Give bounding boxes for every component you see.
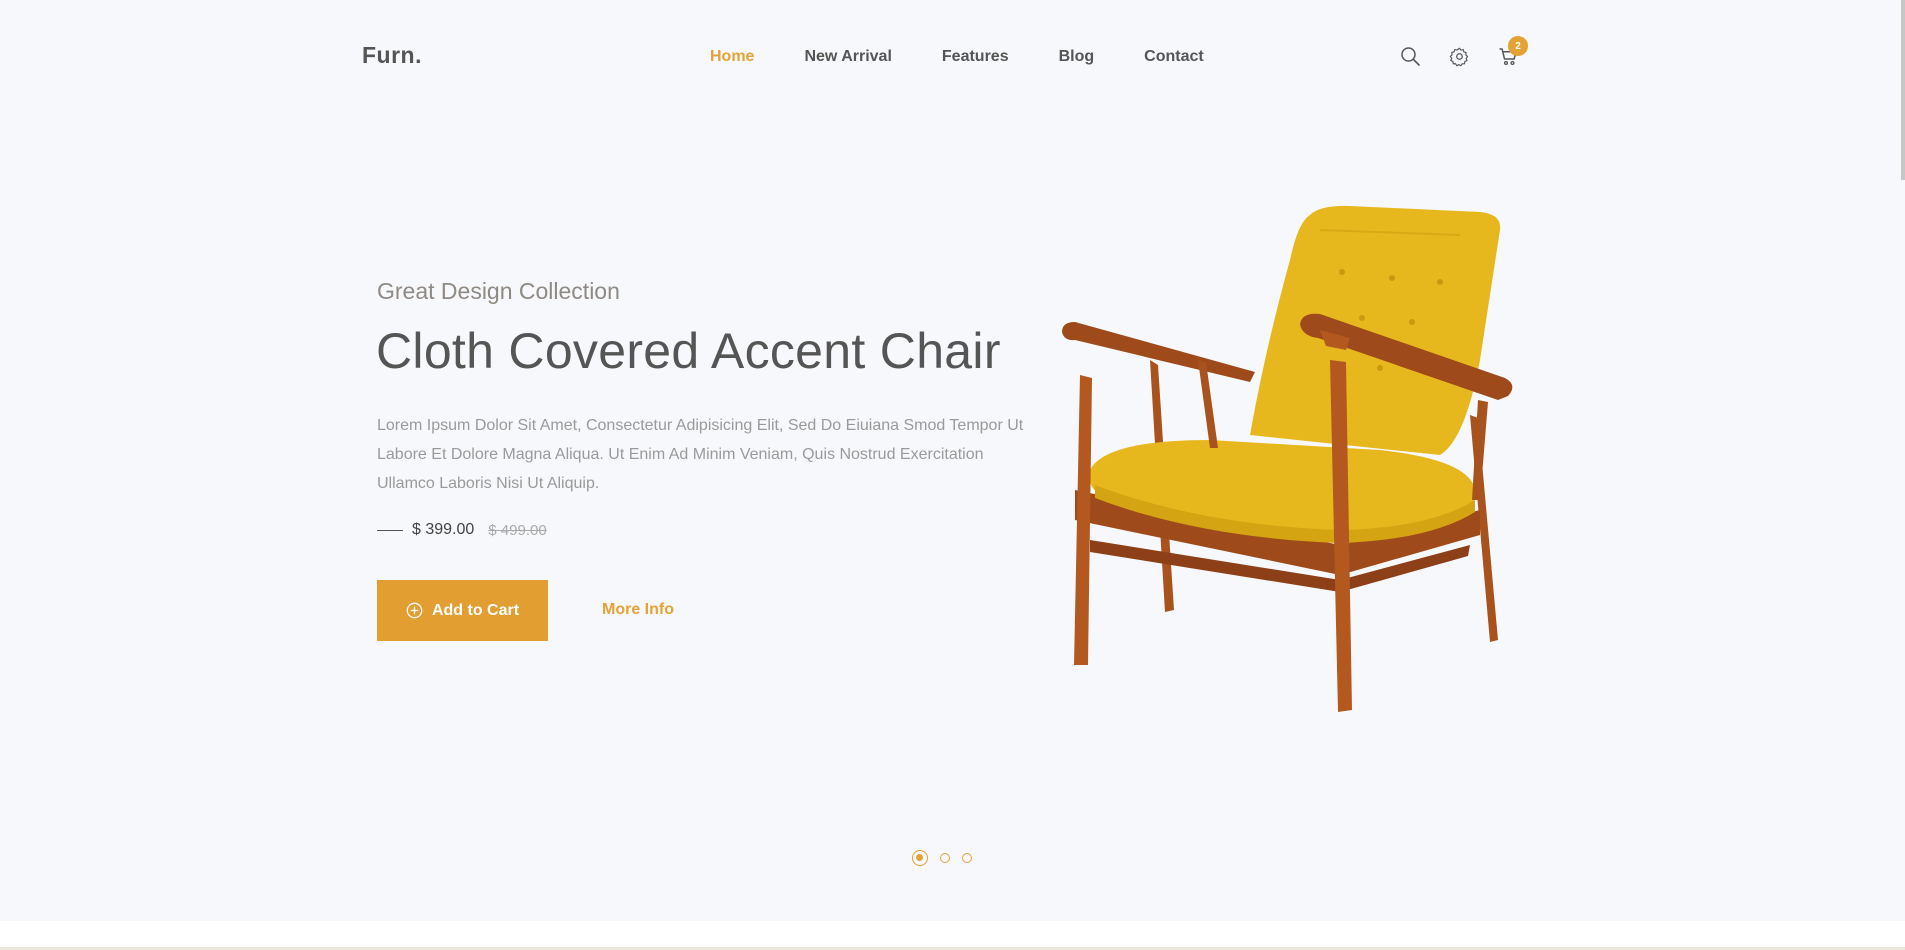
hero-subtitle: Great Design Collection [377, 278, 620, 304]
hero-description: Lorem Ipsum Dolor Sit Amet, Consectetur … [377, 417, 1024, 492]
main-nav: Home New Arrival Features Blog Contact [710, 48, 1254, 66]
price-dash-divider [377, 529, 403, 531]
next-section-edge [0, 921, 1905, 950]
navbar: Furn. Home New Arrival Features Blog Con… [0, 0, 1905, 115]
add-to-cart-label: Add to Cart [431, 601, 520, 619]
cart-count-badge: 2 [1508, 36, 1528, 56]
slider-dot-3[interactable] [962, 853, 972, 863]
nav-item-new-arrival[interactable]: New Arrival [804, 48, 891, 66]
old-price: $ 499.00 [488, 521, 547, 539]
plus-circle-icon [406, 602, 423, 619]
nav-item-contact[interactable]: Contact [1144, 48, 1204, 66]
current-price: $ 399.00 [412, 521, 475, 538]
nav-item-features[interactable]: Features [942, 48, 1009, 66]
slider-dot-1[interactable] [912, 850, 928, 866]
gear-icon[interactable] [1449, 46, 1470, 67]
hero-title: Cloth Covered Accent Chair [376, 323, 1001, 379]
search-icon[interactable] [1400, 46, 1421, 67]
nav-item-blog[interactable]: Blog [1059, 48, 1095, 66]
nav-icons: 2 [1400, 36, 1528, 67]
slider-dots [912, 850, 972, 866]
price-row: $ 399.00 $ 499.00 [377, 521, 547, 539]
cart-icon[interactable]: 2 [1498, 36, 1528, 67]
add-to-cart-button[interactable]: Add to Cart [377, 580, 548, 641]
more-info-link[interactable]: More Info [602, 601, 674, 619]
slider-dot-2[interactable] [940, 853, 950, 863]
chair-image [1062, 205, 1513, 712]
logo[interactable]: Furn. [362, 42, 422, 69]
page-scrollbar[interactable] [1901, 0, 1905, 180]
nav-item-home[interactable]: Home [710, 48, 754, 66]
